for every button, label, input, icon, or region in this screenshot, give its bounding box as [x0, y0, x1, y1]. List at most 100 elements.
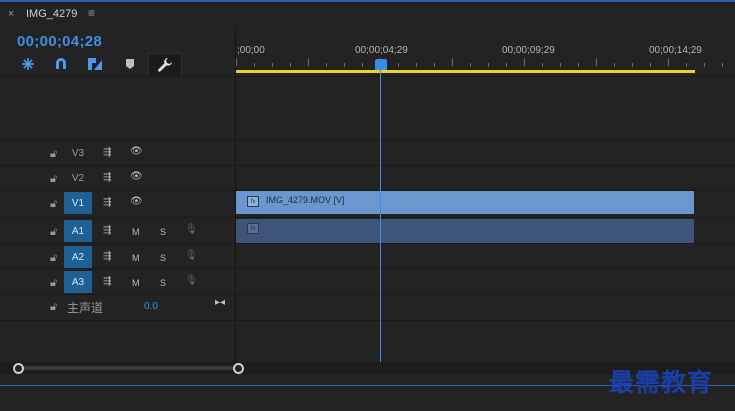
zoom-handle-right[interactable] [233, 363, 244, 374]
linked-selection-icon[interactable] [85, 55, 105, 73]
header-divider [0, 76, 735, 77]
ruler-tick [686, 63, 687, 67]
fx-badge-icon: fx [247, 196, 259, 207]
zoom-scroll-bar[interactable] [17, 366, 237, 370]
wrench-icon [158, 58, 172, 72]
track-lane-a3[interactable] [236, 268, 735, 293]
ruler-label: 00;00;04;29 [355, 45, 408, 56]
microphone-icon[interactable]: 🎙︎ [185, 224, 198, 235]
sync-lock-icon[interactable]: ⇶ [103, 276, 111, 287]
audio-clip[interactable] [236, 219, 694, 243]
mute-button[interactable]: M [132, 253, 140, 263]
video-clip-name: IMG_4279.MOV [V] [266, 195, 345, 205]
track-header-bottom [0, 320, 235, 345]
insert-nest-icon[interactable] [18, 55, 38, 73]
lock-icon[interactable]: 🔓︎ [50, 173, 57, 186]
track-label-v3[interactable]: V3 [64, 142, 92, 164]
ruler-tick [524, 58, 525, 66]
track-label-v2[interactable]: V2 [64, 167, 92, 189]
playhead-timecode[interactable]: 00;00;04;28 [17, 33, 102, 50]
ruler-tick [668, 58, 669, 66]
ruler-tick [290, 63, 291, 67]
ruler-tick [650, 63, 651, 67]
track-label-a3[interactable]: A3 [64, 271, 92, 293]
ruler-label: 00;00;09;29 [502, 45, 555, 56]
track-label-v1[interactable]: V1 [64, 192, 92, 214]
snap-magnet-icon[interactable] [51, 55, 71, 73]
mute-button[interactable]: M [132, 227, 140, 237]
ruler-tick [578, 63, 579, 67]
solo-button[interactable]: S [160, 227, 166, 237]
mute-button[interactable]: M [132, 278, 140, 288]
microphone-icon[interactable]: 🎙︎ [185, 275, 198, 286]
ruler-tick [506, 63, 507, 67]
close-tab-icon[interactable]: × [8, 8, 14, 20]
solo-button[interactable]: S [160, 253, 166, 263]
playhead-line[interactable] [380, 70, 381, 362]
ruler-tick [326, 63, 327, 67]
track-lane-v3[interactable] [236, 140, 735, 165]
lock-icon[interactable]: 🔓︎ [50, 277, 57, 290]
track-header-v3 [0, 140, 235, 165]
panel-menu-icon[interactable]: ≡ [88, 6, 95, 20]
track-lane-master[interactable] [236, 294, 735, 319]
track-lane-v2[interactable] [236, 165, 735, 190]
sync-lock-icon[interactable]: ⇶ [103, 225, 111, 236]
ruler-tick [542, 63, 543, 67]
ruler-label: 00;00;14;29 [649, 45, 702, 56]
track-header-master [0, 294, 235, 319]
ruler-tick [236, 58, 237, 66]
ruler-tick [614, 63, 615, 67]
ruler-tick [596, 58, 597, 66]
track-header-a1 [0, 217, 235, 242]
lock-icon[interactable]: 🔓︎ [50, 252, 57, 265]
eye-icon[interactable]: 👁︎ [130, 196, 143, 207]
ruler-tick [272, 63, 273, 67]
microphone-icon[interactable]: 🎙︎ [185, 250, 198, 261]
ruler-tick [488, 63, 489, 67]
timeline-settings-button[interactable] [148, 53, 182, 77]
track-label-a2[interactable]: A2 [64, 246, 92, 268]
ruler-tick [722, 63, 723, 67]
sync-lock-icon[interactable]: ⇶ [103, 251, 111, 262]
zoom-handle-left[interactable] [13, 363, 24, 374]
sequence-tab-title[interactable]: IMG_4279 [26, 8, 77, 20]
track-header-a3 [0, 268, 235, 293]
lock-icon[interactable]: 🔓︎ [50, 198, 57, 211]
solo-button[interactable]: S [160, 278, 166, 288]
sync-lock-icon[interactable]: ⇶ [103, 197, 111, 208]
track-header-a2 [0, 243, 235, 268]
fx-badge-icon: fx [247, 223, 259, 234]
lock-icon[interactable]: 🔓︎ [50, 226, 57, 239]
lock-icon[interactable]: 🔓︎ [50, 301, 57, 314]
sync-lock-icon[interactable]: ⇶ [103, 172, 111, 183]
ruler-tick [452, 58, 453, 66]
track-header-v2 [0, 165, 235, 190]
track-lane-a2[interactable] [236, 243, 735, 268]
lock-icon[interactable]: 🔓︎ [50, 148, 57, 161]
add-marker-icon[interactable] [120, 55, 140, 73]
track-lane-empty[interactable] [236, 320, 735, 345]
track-header-v1 [0, 190, 235, 215]
ruler-tick [254, 63, 255, 67]
ruler-tick [704, 63, 705, 67]
ruler-tick [470, 63, 471, 67]
ruler-tick [416, 63, 417, 67]
ruler-tick [434, 63, 435, 67]
master-track-label: 主声道 [67, 301, 104, 315]
eye-icon[interactable]: 👁︎ [130, 146, 143, 157]
playhead-handle[interactable] [375, 59, 387, 70]
work-area-bar[interactable] [236, 70, 695, 73]
track-label-a1[interactable]: A1 [64, 220, 92, 242]
master-volume-value[interactable]: 0.0 [144, 301, 158, 312]
ruler-tick [560, 63, 561, 67]
eye-icon[interactable]: 👁︎ [130, 171, 143, 182]
sync-lock-icon[interactable]: ⇶ [103, 147, 111, 158]
ruler-label: ;00;00 [237, 45, 265, 56]
go-to-out-icon[interactable]: ▸◂ [215, 297, 225, 308]
ruler-tick [362, 63, 363, 67]
ruler-tick [398, 63, 399, 67]
watermark-text: 最需教育 [609, 368, 714, 397]
ruler-tick [344, 63, 345, 67]
ruler-tick [632, 63, 633, 67]
